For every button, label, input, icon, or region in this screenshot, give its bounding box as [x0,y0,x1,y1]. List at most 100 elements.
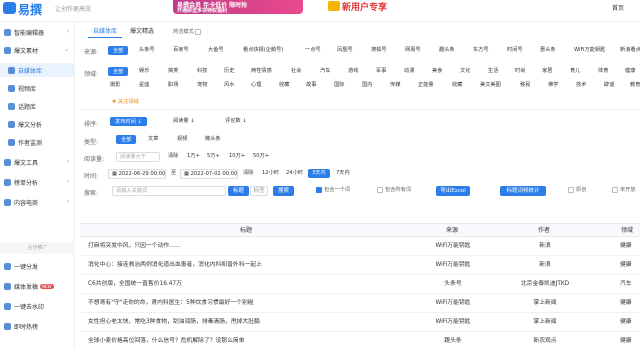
domain-chip[interactable]: 文化 [460,67,470,76]
domain-chip[interactable]: 宠物 [197,81,207,90]
export-excel-button[interactable]: 导出Excel [436,186,470,196]
type-chip[interactable]: 全部 [116,135,137,144]
domain-chip[interactable]: 故事 [306,81,316,90]
row-author[interactable]: 新农观点 [510,332,580,349]
domain-chip[interactable]: 育儿 [570,67,580,76]
domain-chip[interactable]: 风水 [224,81,234,90]
table-row[interactable]: 女性担心老太快、常吃3种食物，刮油润肠，排毒清肠，甩掉大肚腩 WiFi万能钥匙 … [80,313,640,332]
title-word-stats-button[interactable]: 标题词频统计 [500,186,546,196]
domain-chip[interactable]: 职场 [168,81,178,90]
row-title[interactable]: 打麻将突发中风，只因一个动作…… [88,237,418,256]
domain-chip[interactable]: 移民 [520,81,530,90]
table-row[interactable]: 打麻将突发中风，只因一个动作…… WiFi万能钥匙 新浪 健康 [80,237,640,256]
sidebar-item-topic-library[interactable]: 话题库 [0,99,75,113]
search-by-title-option[interactable]: 标题 [228,186,249,196]
sidebar-item-remove-watermark[interactable]: 一键去水印 [0,299,75,313]
time-option[interactable]: 7天内 [336,169,350,178]
domain-chip[interactable]: 星座 [139,81,149,90]
source-chip[interactable]: 搜狐号 [371,46,387,55]
sidebar-item-media-publish[interactable]: 媒体发稿 NEW [0,279,75,293]
table-row[interactable]: 全球小麦价格高位回落，什么信号？危机解除了？没那么简单 趣头条 新农观点 健康 [80,332,640,349]
time-option[interactable]: 24小时 [286,169,303,178]
simple-mode-toggle[interactable]: 简洁模式 [173,28,203,37]
search-button[interactable]: 搜索 [273,186,294,196]
type-chip[interactable]: 视频 [177,135,187,144]
source-chip[interactable]: 看点快报(企鹅号) [243,46,283,55]
source-chip[interactable]: 大鱼号 [208,46,224,55]
read-clear-button[interactable]: 清除 [168,152,178,161]
app-logo[interactable]: 易撰 [3,0,45,18]
source-chip[interactable]: 趣头条 [439,46,455,55]
original-checkbox[interactable]: 原创 [568,186,586,195]
row-author[interactable]: 掌上新闻 [510,294,580,313]
domain-chip[interactable]: 收藏 [279,81,289,90]
sidebar-item-ecommerce[interactable]: 内容电商 › [0,195,75,209]
sidebar-item-viral-tools[interactable]: 爆文工具 › [0,155,75,169]
domain-chip[interactable]: 历史 [224,67,234,76]
sidebar-item-viral-analysis[interactable]: 爆文分析 [0,117,75,131]
read-option[interactable]: 5万+ [207,152,220,161]
domain-chip[interactable]: 军事 [376,67,386,76]
sidebar-item-hot-list[interactable]: 即时热榜 [0,319,75,333]
domain-chip[interactable]: 摄影 [110,81,120,90]
domain-chip[interactable]: 搞笑 [168,67,178,76]
tab-media-library[interactable]: 自媒体库 [88,26,123,38]
domain-chip[interactable]: 技术 [576,81,586,90]
read-option[interactable]: 50万+ [253,152,269,161]
type-chip[interactable]: 微头条 [205,135,221,144]
domain-chip[interactable]: 科技 [197,67,207,76]
domain-chip[interactable]: 家居 [542,67,552,76]
source-chip[interactable]: WiFi万能钥匙 [574,46,605,55]
domain-chip[interactable]: 收藏 [452,81,462,90]
row-title[interactable]: C6共创版，全国统一直售价16.47万 [88,275,418,294]
type-chip[interactable]: 文章 [148,135,158,144]
domain-chip[interactable]: 佛学 [548,81,558,90]
sidebar-item-video-library[interactable]: 视频库 [0,81,75,95]
search-input[interactable]: 请输入关键词 [112,186,226,196]
domain-chip[interactable]: 汽车 [320,67,330,76]
time-option[interactable]: 3天内 [308,169,330,178]
read-count-input[interactable]: 阅读量大于 [116,152,160,162]
time-option[interactable]: 12小时 [262,169,279,178]
sort-chip-publish-time[interactable]: 发布时间 ↓ [110,117,147,126]
source-chip[interactable]: 网易号 [405,46,421,55]
table-row[interactable]: C6共创版，全国统一直售价16.47万 头条号 北京金泰凯迪JTKD 汽车 [80,275,640,294]
source-chip[interactable]: 惠头条 [540,46,556,55]
row-author[interactable]: 北京金泰凯迪JTKD [510,275,580,294]
source-chip[interactable]: 时间号 [507,46,523,55]
sidebar-item-media-library[interactable]: 自媒体库 [0,63,75,77]
domain-chip[interactable]: 辟谣 [604,81,614,90]
domain-chip[interactable]: 国际 [334,81,344,90]
read-option[interactable]: 10万+ [229,152,245,161]
time-end-input[interactable]: ▦ 2022-07-02 00:00 [180,169,238,179]
source-chip[interactable]: 头条号 [139,46,155,55]
time-start-input[interactable]: ▦ 2022-06-29 00:00 [108,169,166,179]
domain-chip[interactable]: 时尚 [515,67,525,76]
domain-chip[interactable]: 心理 [251,81,261,90]
include-all-words-checkbox[interactable]: 包含所有词 [377,186,411,195]
tab-viral-picks[interactable]: 爆文精选 [125,26,159,38]
row-author[interactable]: 新浪 [510,256,580,275]
read-option[interactable]: 1万+ [187,152,200,161]
domain-chip[interactable]: 娱乐 [139,67,149,76]
domain-chip[interactable]: 动漫 [404,67,414,76]
new-user-banner[interactable]: 新用户专享 [328,0,387,13]
source-chip[interactable]: 凤凰号 [337,46,353,55]
source-chip[interactable]: 新浪看点 [620,46,640,55]
simple-mode-checkbox[interactable] [195,28,202,35]
sidebar-item-editor[interactable]: 智能编辑器 › [0,25,75,39]
sidebar-item-ranking[interactable]: 榜单分析 › [0,175,75,189]
sidebar-item-distribute[interactable]: 一键分发 [0,259,75,273]
row-title[interactable]: 全球小麦价格高位回落，什么信号？危机解除了？没那么简单 [88,332,418,349]
unopened-checkbox[interactable]: 未开放 [612,186,636,195]
sort-chip-reads[interactable]: 阅读量 ↓ [173,117,195,126]
row-author[interactable]: 掌上新闻 [510,313,580,332]
source-chip[interactable]: 一点号 [305,46,321,55]
search-by-tag-option[interactable]: 标签 [250,186,268,196]
domain-chip[interactable]: 传媒 [390,81,400,90]
source-chip[interactable]: 百家号 [173,46,189,55]
sidebar-item-author-monitor[interactable]: 作者监测 [0,135,75,149]
follow-domain-link[interactable]: ✚ 关注领域 [112,98,139,105]
source-chip[interactable]: 全部 [108,46,129,55]
domain-chip[interactable]: 美食 [432,67,442,76]
